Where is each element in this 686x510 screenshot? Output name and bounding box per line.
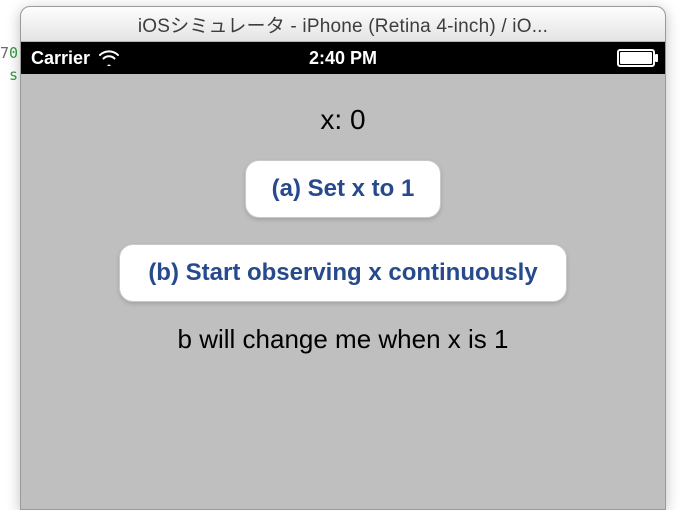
phone-status-bar: Carrier 2:40 PM xyxy=(21,42,665,74)
status-left: Carrier xyxy=(31,48,120,69)
app-content: x: 0 (a) Set x to 1 (b) Start observing … xyxy=(21,74,665,355)
set-x-button[interactable]: (a) Set x to 1 xyxy=(245,160,442,218)
window-titlebar[interactable]: iOSシミュレータ - iPhone (Retina 4-inch) / iO.… xyxy=(21,7,665,42)
simulator-window: iOSシミュレータ - iPhone (Retina 4-inch) / iO.… xyxy=(20,6,666,510)
observe-x-button[interactable]: (b) Start observing x continuously xyxy=(119,244,566,302)
status-time: 2:40 PM xyxy=(309,48,377,69)
carrier-label: Carrier xyxy=(31,48,90,69)
hint-label: b will change me when x is 1 xyxy=(178,324,509,355)
window-title: iOSシミュレータ - iPhone (Retina 4-inch) / iO.… xyxy=(138,11,548,38)
x-value-label: x: 0 xyxy=(320,104,365,136)
battery-icon xyxy=(617,49,655,67)
wifi-icon xyxy=(98,50,120,66)
code-gutter: 70 s xyxy=(0,42,18,86)
status-right xyxy=(617,49,655,67)
